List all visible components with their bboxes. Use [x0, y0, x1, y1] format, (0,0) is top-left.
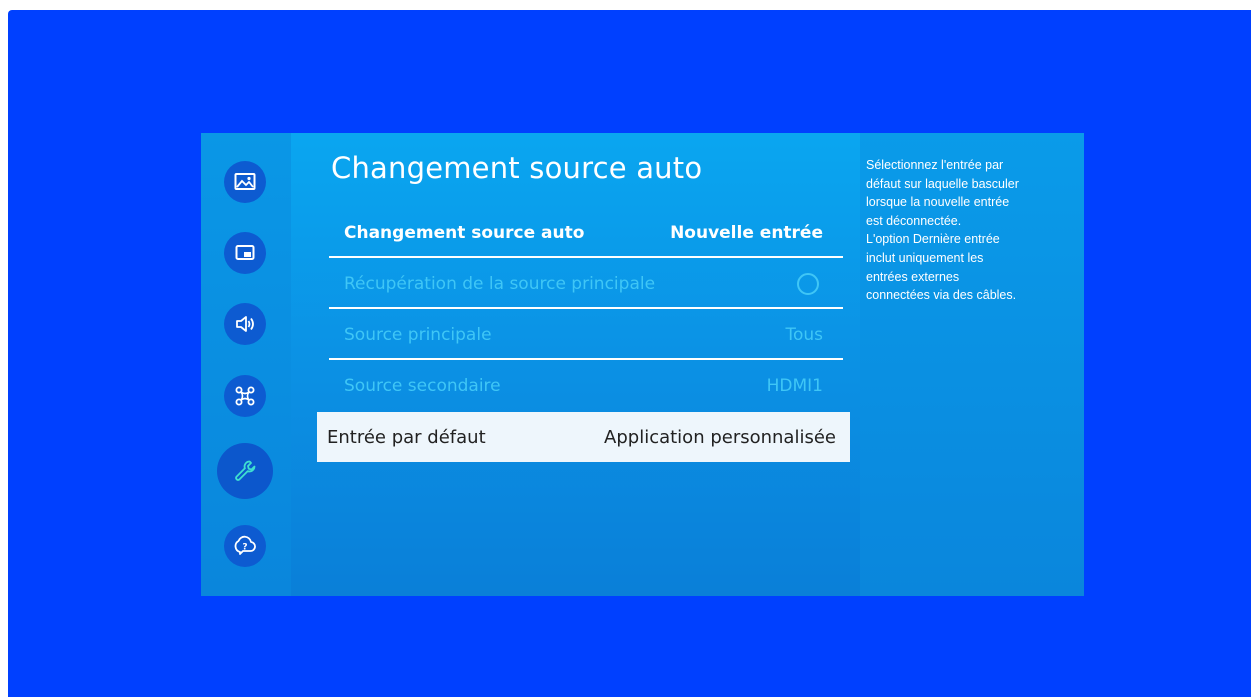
row-label: Source secondaire — [344, 376, 501, 396]
row-value: Application personnalisée — [604, 426, 836, 448]
picture-icon[interactable] — [224, 161, 266, 203]
toggle-circle-icon — [797, 273, 819, 295]
row-value: Nouvelle entrée — [670, 223, 823, 243]
sound-icon[interactable] — [224, 303, 266, 345]
primary-source-recovery-row: Récupération de la source principale — [329, 259, 843, 309]
auto-source-switch-row[interactable]: Changement source auto Nouvelle entrée — [329, 208, 843, 258]
primary-source-row: Source principale Tous — [329, 310, 843, 360]
help-panel: Sélectionnez l'entrée par défaut sur laq… — [860, 133, 1084, 596]
settings-list: Changement source auto Changement source… — [291, 133, 860, 596]
row-divider — [329, 358, 843, 360]
secondary-source-row: Source secondaire HDMI1 — [329, 361, 843, 411]
row-divider — [329, 256, 843, 258]
row-value: HDMI1 — [766, 376, 823, 396]
default-input-row[interactable]: Entrée par défaut Application personnali… — [317, 412, 850, 462]
picture-in-picture-icon[interactable] — [224, 232, 266, 274]
page-title: Changement source auto — [331, 151, 703, 185]
row-label: Changement source auto — [344, 223, 585, 243]
settings-panel: ? Changement source auto Changement sour… — [201, 133, 1084, 596]
settings-category-rail: ? — [201, 133, 291, 596]
row-value: Tous — [785, 325, 823, 345]
help-text: Sélectionnez l'entrée par défaut sur laq… — [866, 158, 1019, 303]
row-label: Entrée par défaut — [327, 426, 486, 448]
network-icon[interactable] — [224, 375, 266, 417]
tv-screen: ? Changement source auto Changement sour… — [8, 10, 1251, 697]
support-icon[interactable]: ? — [224, 525, 266, 567]
row-label: Récupération de la source principale — [344, 274, 656, 294]
svg-text:?: ? — [242, 543, 247, 553]
row-divider — [329, 307, 843, 309]
row-label: Source principale — [344, 325, 492, 345]
wrench-icon[interactable] — [217, 443, 273, 499]
